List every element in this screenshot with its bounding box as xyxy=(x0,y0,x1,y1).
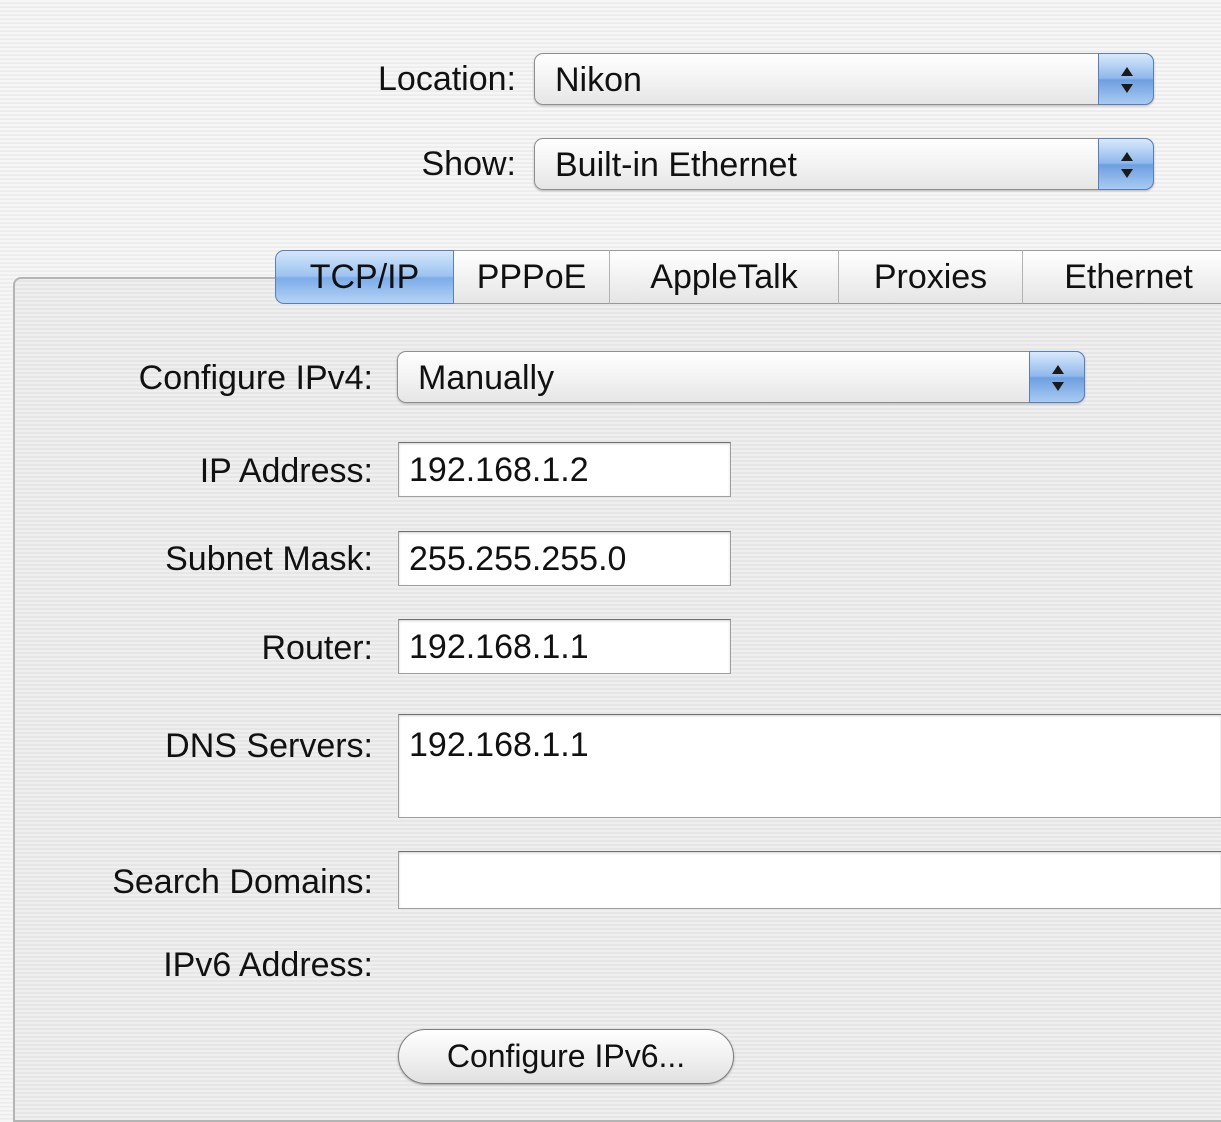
tab-appletalk[interactable]: AppleTalk xyxy=(610,250,839,304)
show-popup[interactable]: Built-in Ethernet xyxy=(534,138,1154,190)
search-domains-field[interactable] xyxy=(398,851,1221,909)
ipv6-address-label: IPv6 Address: xyxy=(163,946,373,984)
router-field[interactable]: 192.168.1.1 xyxy=(398,619,731,674)
up-down-arrows-icon xyxy=(1098,138,1154,190)
configure-ipv4-popup[interactable]: Manually xyxy=(397,351,1085,403)
tab-pppoe[interactable]: PPPoE xyxy=(454,250,610,304)
subnet-mask-field[interactable]: 255.255.255.0 xyxy=(398,531,731,586)
up-down-arrows-icon xyxy=(1098,53,1154,105)
ip-address-value: 192.168.1.2 xyxy=(409,451,589,489)
dns-servers-value: 192.168.1.1 xyxy=(409,726,589,764)
dns-servers-field[interactable]: 192.168.1.1 xyxy=(398,714,1221,818)
tab-tcpip[interactable]: TCP/IP xyxy=(275,250,454,304)
location-popup[interactable]: Nikon xyxy=(534,53,1154,105)
configure-ipv4-label: Configure IPv4: xyxy=(138,359,373,397)
router-label: Router: xyxy=(261,629,374,667)
tab-ethernet[interactable]: Ethernet xyxy=(1023,250,1221,304)
dns-servers-label: DNS Servers: xyxy=(165,727,373,765)
up-down-arrows-icon xyxy=(1029,351,1085,403)
tab-proxies[interactable]: Proxies xyxy=(839,250,1023,304)
show-label: Show: xyxy=(421,145,517,183)
subnet-mask-label: Subnet Mask: xyxy=(165,540,373,578)
ip-address-field[interactable]: 192.168.1.2 xyxy=(398,442,731,497)
tab-panel xyxy=(13,277,1221,1122)
show-value: Built-in Ethernet xyxy=(555,146,797,184)
ip-address-label: IP Address: xyxy=(199,452,373,490)
search-domains-label: Search Domains: xyxy=(112,863,373,901)
configure-ipv4-value: Manually xyxy=(418,359,555,397)
router-value: 192.168.1.1 xyxy=(409,628,589,666)
configure-ipv6-button[interactable]: Configure IPv6... xyxy=(398,1029,734,1084)
tab-bar: TCP/IP PPPoE AppleTalk Proxies Ethernet xyxy=(275,250,1221,304)
subnet-mask-value: 255.255.255.0 xyxy=(409,540,627,578)
location-value: Nikon xyxy=(555,61,642,99)
location-label: Location: xyxy=(378,60,516,98)
